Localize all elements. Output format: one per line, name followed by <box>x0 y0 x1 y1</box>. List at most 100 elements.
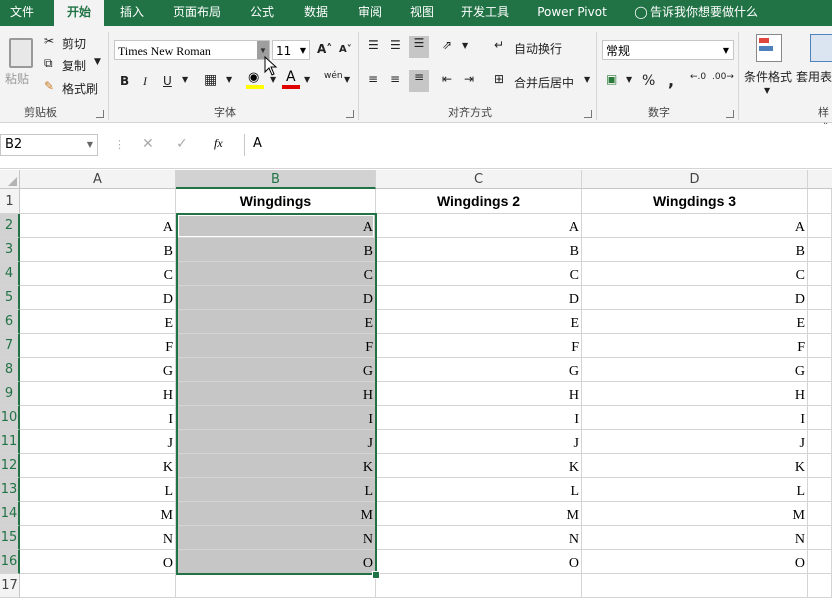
tab-home[interactable]: 开始 <box>54 0 104 28</box>
tab-insert[interactable]: 插入 <box>110 0 154 26</box>
cell[interactable]: C <box>20 262 176 286</box>
increase-indent-icon[interactable]: ⇥ <box>464 72 474 86</box>
cell[interactable] <box>176 574 376 598</box>
cell[interactable]: N <box>20 526 176 550</box>
increase-decimal-icon[interactable]: ←.0 <box>690 72 706 82</box>
cell[interactable]: E <box>20 310 176 334</box>
cell[interactable] <box>808 189 832 214</box>
phonetic-button[interactable]: wén <box>324 71 343 81</box>
select-all-button[interactable] <box>0 170 20 189</box>
row-header[interactable]: 9 <box>0 382 20 406</box>
cell[interactable]: A <box>176 214 376 238</box>
cell[interactable]: M <box>376 502 582 526</box>
chevron-down-icon[interactable]: ▼ <box>764 86 770 95</box>
wrap-text-button[interactable]: 自动换行 <box>514 40 562 57</box>
cell[interactable]: O <box>582 550 808 574</box>
insert-function-button[interactable]: fx <box>214 136 223 151</box>
chevron-down-icon[interactable]: ▼ <box>584 75 590 84</box>
font-color-button[interactable]: A <box>282 69 300 90</box>
cell[interactable]: K <box>582 454 808 478</box>
clipboard-launcher[interactable] <box>96 110 104 118</box>
cell[interactable] <box>20 189 176 214</box>
cell[interactable]: B <box>582 238 808 262</box>
underline-button[interactable]: U <box>163 74 172 88</box>
cell[interactable]: E <box>582 310 808 334</box>
number-format-combo[interactable]: 常规 ▼ <box>602 40 734 60</box>
enter-icon[interactable]: ✓ <box>176 136 188 152</box>
formula-input[interactable]: A <box>244 134 832 156</box>
cell[interactable]: B <box>20 238 176 262</box>
cell[interactable]: C <box>176 262 376 286</box>
cell[interactable] <box>808 526 832 550</box>
align-top-icon[interactable]: ☰ <box>368 38 379 52</box>
cell[interactable]: H <box>376 382 582 406</box>
cell[interactable] <box>808 478 832 502</box>
chevron-down-icon[interactable]: ▼ <box>182 75 188 84</box>
cell[interactable]: E <box>376 310 582 334</box>
cell[interactable]: A <box>20 214 176 238</box>
row-header[interactable]: 15 <box>0 526 20 550</box>
row-header[interactable]: 7 <box>0 334 20 358</box>
orientation-icon[interactable]: ⇗ <box>442 38 452 52</box>
cell[interactable]: A <box>376 214 582 238</box>
tab-page-layout[interactable]: 页面布局 <box>166 0 228 26</box>
align-middle-icon[interactable]: ☰ <box>390 38 401 52</box>
cell[interactable]: K <box>20 454 176 478</box>
cell[interactable]: B <box>176 238 376 262</box>
cell[interactable]: N <box>176 526 376 550</box>
cell[interactable]: L <box>20 478 176 502</box>
row-header[interactable]: 2 <box>0 214 20 238</box>
cell[interactable]: A <box>582 214 808 238</box>
cell[interactable]: F <box>20 334 176 358</box>
cell[interactable]: D <box>20 286 176 310</box>
cell[interactable] <box>808 358 832 382</box>
cell[interactable] <box>20 574 176 598</box>
cell[interactable]: G <box>582 358 808 382</box>
cell[interactable]: N <box>376 526 582 550</box>
font-name-combo[interactable]: Times New Roman ▼ <box>114 40 270 60</box>
column-header-d[interactable]: D <box>582 170 808 189</box>
border-icon[interactable]: ▦ <box>204 72 217 88</box>
cell[interactable] <box>808 214 832 238</box>
row-header[interactable]: 10 <box>0 406 20 430</box>
cell[interactable] <box>808 262 832 286</box>
row-header[interactable]: 1 <box>0 189 20 214</box>
cut-button[interactable]: 剪切 <box>62 35 86 52</box>
cell[interactable] <box>808 310 832 334</box>
cell[interactable] <box>808 502 832 526</box>
conditional-format-button[interactable]: 条件格式 <box>744 68 792 85</box>
name-box[interactable]: B2 ▼ <box>0 134 98 156</box>
cell[interactable]: F <box>176 334 376 358</box>
align-left-icon[interactable]: ≡ <box>368 72 378 86</box>
chevron-down-icon[interactable]: ▼ <box>304 75 310 84</box>
row-header[interactable]: 4 <box>0 262 20 286</box>
row-header[interactable]: 11 <box>0 430 20 454</box>
comma-button[interactable]: , <box>668 71 674 90</box>
shrink-font-button[interactable]: A˅ <box>339 44 352 55</box>
fill-color-button[interactable]: ◉ <box>246 70 264 90</box>
align-right-icon[interactable]: ≡ <box>409 70 429 92</box>
cell[interactable]: D <box>582 286 808 310</box>
row-header[interactable]: 8 <box>0 358 20 382</box>
merge-center-button[interactable]: 合并后居中 <box>514 74 574 91</box>
cell[interactable] <box>376 574 582 598</box>
header-cell[interactable]: Wingdings <box>176 189 376 214</box>
currency-icon[interactable]: ▣ <box>606 72 617 86</box>
italic-button[interactable]: I <box>143 74 147 89</box>
cell[interactable]: I <box>582 406 808 430</box>
chevron-down-icon[interactable]: ▼ <box>626 75 632 84</box>
number-launcher[interactable] <box>726 110 734 118</box>
conditional-format-icon[interactable] <box>756 34 782 62</box>
row-header[interactable]: 5 <box>0 286 20 310</box>
row-header[interactable]: 17 <box>0 574 20 598</box>
cell[interactable]: K <box>376 454 582 478</box>
row-header[interactable]: 14 <box>0 502 20 526</box>
cell[interactable] <box>808 238 832 262</box>
cell[interactable]: D <box>176 286 376 310</box>
cell[interactable]: H <box>20 382 176 406</box>
cell[interactable]: M <box>176 502 376 526</box>
cell[interactable] <box>808 430 832 454</box>
chevron-down-icon[interactable]: ▼ <box>226 75 232 84</box>
decrease-indent-icon[interactable]: ⇤ <box>442 72 452 86</box>
paste-button[interactable]: 粘贴 <box>4 34 34 94</box>
